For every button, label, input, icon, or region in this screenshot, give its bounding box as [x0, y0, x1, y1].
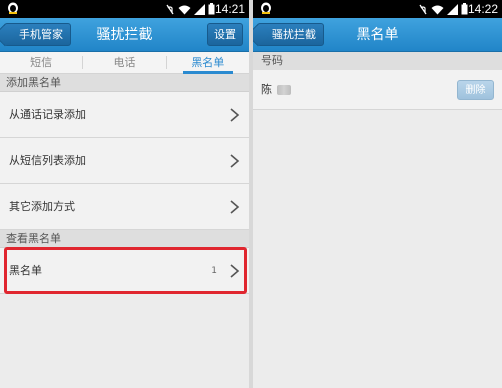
- blacklist-count: 1: [211, 266, 217, 276]
- wifi-icon: [178, 5, 191, 14]
- row-label: 从通话记录添加: [9, 108, 86, 121]
- row-label: 黑名单: [9, 264, 42, 277]
- back-button[interactable]: 手机管家: [4, 23, 71, 46]
- right-screen: 14:22 骚扰拦截 黑名单 号码 陈 删除: [253, 0, 502, 388]
- tab-sms[interactable]: 短信: [0, 52, 82, 73]
- title-bar: 骚扰拦截 黑名单: [253, 18, 502, 52]
- battery-icon: [461, 3, 468, 15]
- signal-icon: [447, 3, 458, 15]
- chevron-right-icon: [230, 264, 240, 278]
- view-blacklist-item[interactable]: 黑名单 1: [0, 248, 249, 294]
- blurred-name: [277, 85, 291, 95]
- settings-button[interactable]: 设置: [207, 23, 243, 46]
- wifi-icon: [431, 5, 444, 14]
- row-label: 从短信列表添加: [9, 154, 86, 167]
- delete-button[interactable]: 删除: [457, 80, 494, 100]
- status-bar: 14:21: [0, 0, 249, 18]
- add-from-sms-list[interactable]: 从短信列表添加: [0, 138, 249, 184]
- entry-name: 陈: [261, 83, 272, 96]
- mute-icon: [419, 4, 427, 14]
- back-button-label: 手机管家: [19, 28, 63, 41]
- qq-notification-icon: [8, 2, 18, 14]
- qq-notification-icon: [261, 2, 271, 14]
- left-screen: 14:21 手机管家 骚扰拦截 设置 短信 电话 黑名单 添加黑名单 从通话记录…: [0, 0, 249, 388]
- chevron-right-icon: [230, 108, 240, 122]
- status-bar: 14:22: [253, 0, 502, 18]
- status-time: 14:21: [214, 2, 245, 16]
- title-bar: 手机管家 骚扰拦截 设置: [0, 18, 249, 52]
- tab-calls[interactable]: 电话: [83, 52, 165, 73]
- system-icons: [418, 3, 468, 15]
- battery-icon: [208, 3, 215, 15]
- tab-bar: 短信 电话 黑名单: [0, 52, 249, 74]
- chevron-right-icon: [230, 200, 240, 214]
- column-header-number: 号码: [253, 52, 502, 70]
- system-icons: [165, 3, 215, 15]
- status-time: 14:22: [467, 2, 498, 16]
- section-add-blacklist: 添加黑名单: [0, 74, 249, 92]
- add-other-methods[interactable]: 其它添加方式: [0, 184, 249, 230]
- chevron-right-icon: [230, 154, 240, 168]
- section-view-blacklist: 查看黑名单: [0, 230, 249, 248]
- row-label: 其它添加方式: [9, 200, 75, 213]
- blacklist-entry[interactable]: 陈 删除: [253, 70, 502, 110]
- add-from-call-log[interactable]: 从通话记录添加: [0, 92, 249, 138]
- mute-icon: [166, 4, 174, 14]
- back-button-label: 骚扰拦截: [272, 28, 316, 41]
- back-button[interactable]: 骚扰拦截: [257, 23, 324, 46]
- signal-icon: [194, 3, 205, 15]
- tab-blacklist[interactable]: 黑名单: [167, 52, 249, 74]
